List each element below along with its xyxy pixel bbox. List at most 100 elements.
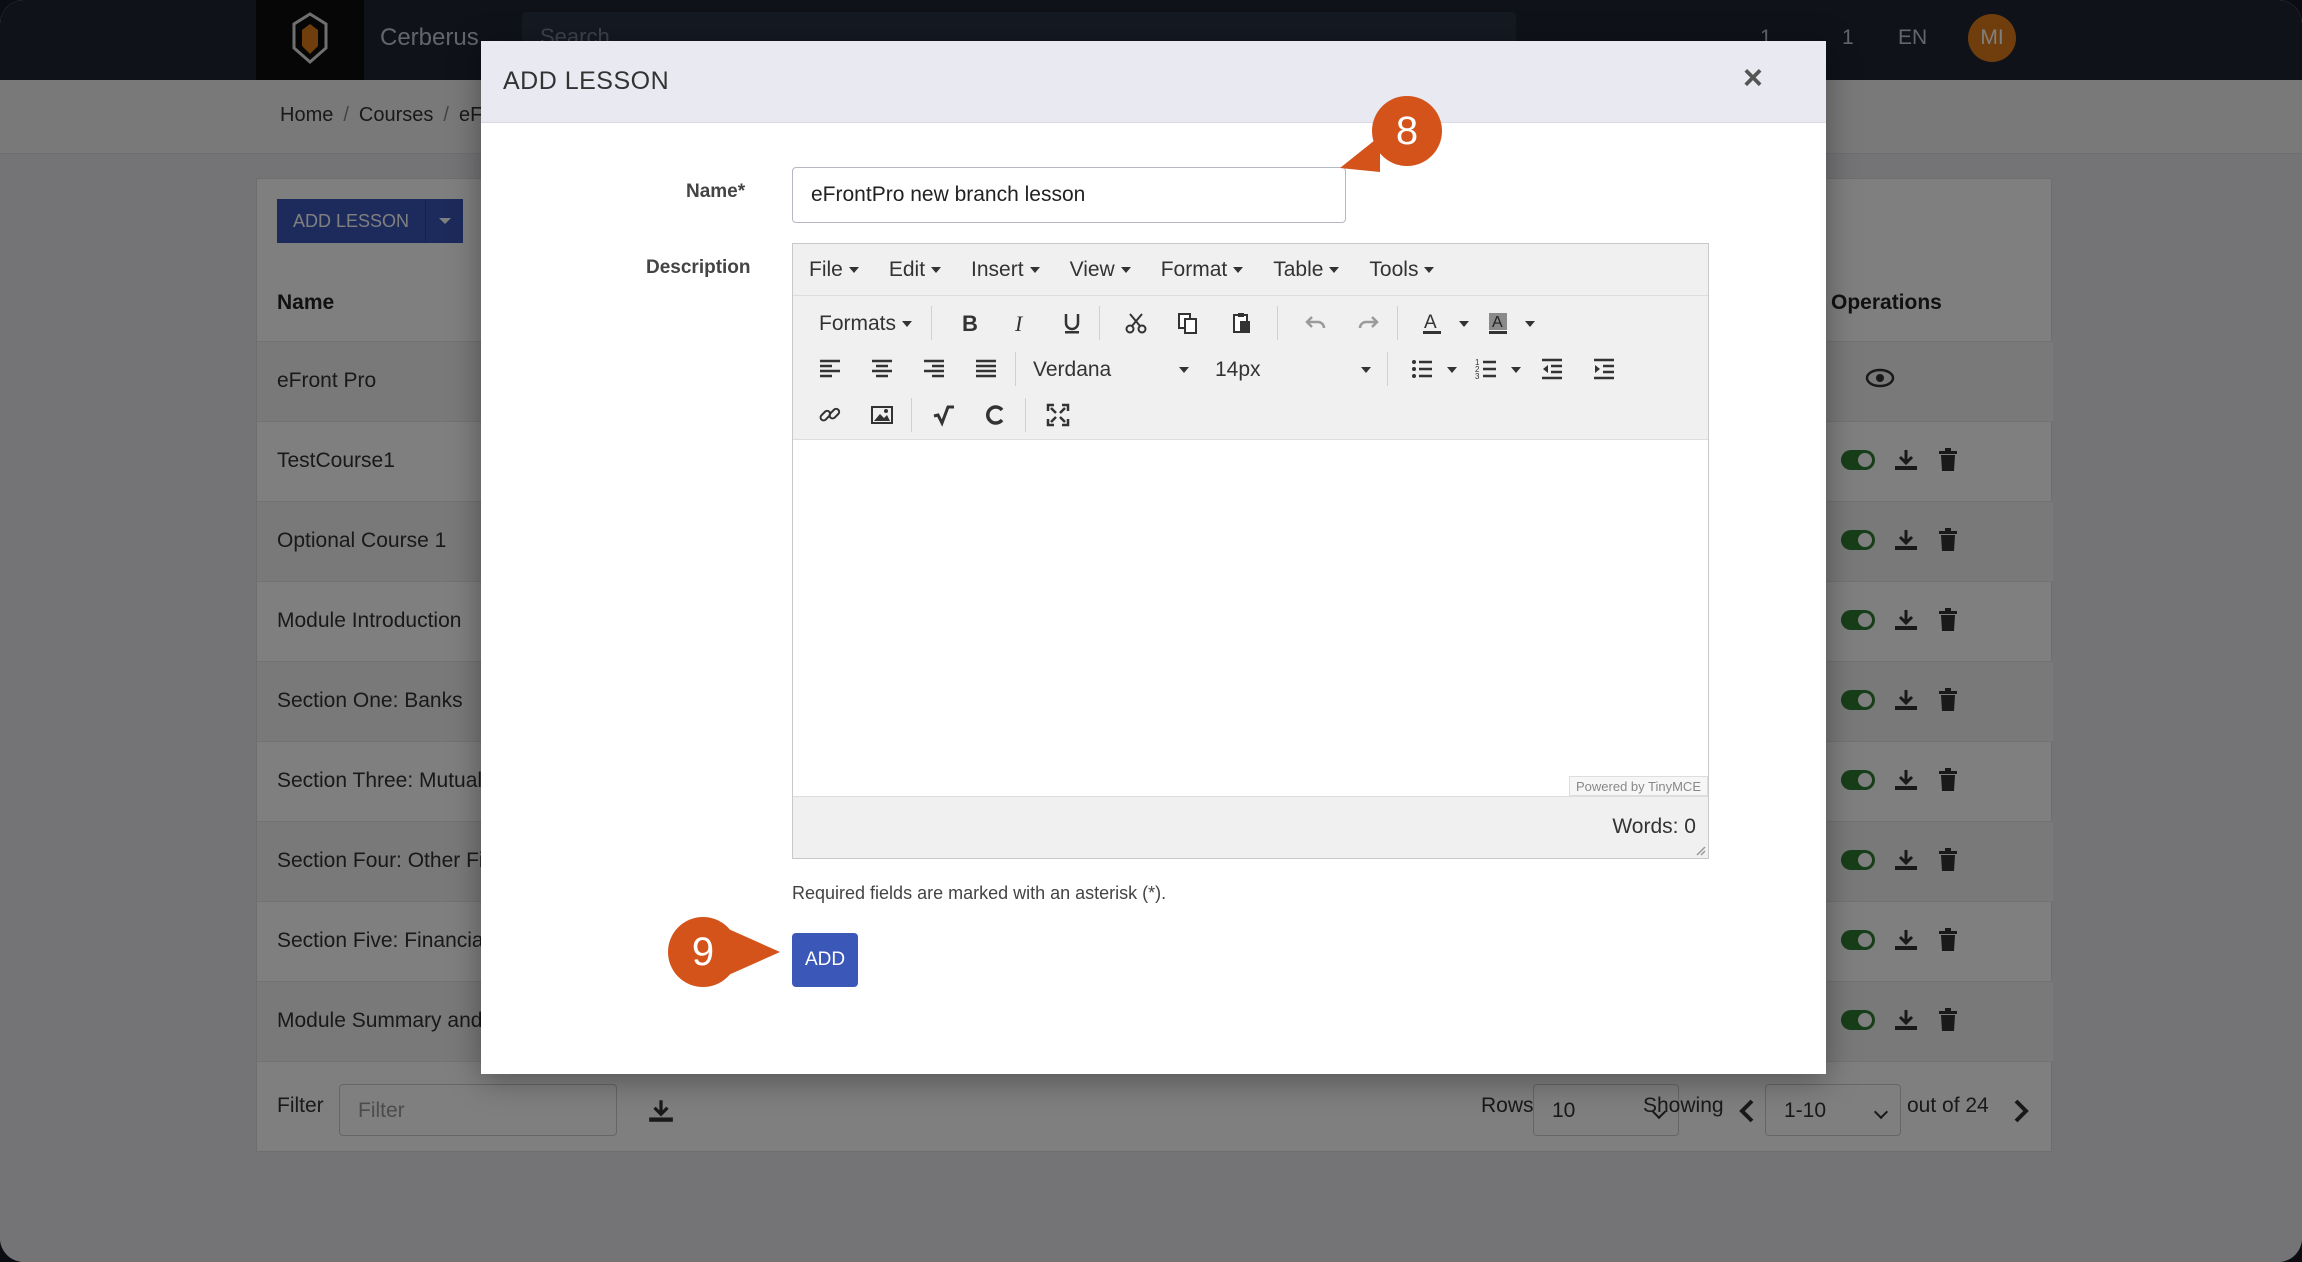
copy-icon xyxy=(1178,313,1197,334)
chevron-down-icon xyxy=(1029,266,1040,273)
font-size-select[interactable]: 14px xyxy=(1215,358,1371,382)
svg-text:I: I xyxy=(1014,311,1024,335)
image-button[interactable] xyxy=(863,396,901,434)
scissors-icon xyxy=(1125,313,1147,334)
undo-button[interactable] xyxy=(1297,304,1335,342)
bold-button[interactable]: B xyxy=(949,304,987,342)
toolbar-divider xyxy=(1099,306,1100,340)
c-letter-icon xyxy=(986,405,1004,425)
chevron-down-icon xyxy=(848,266,859,273)
font-family-value: Verdana xyxy=(1033,358,1112,381)
copy-button[interactable] xyxy=(1169,304,1207,342)
step-callout-8: 8 xyxy=(1340,96,1450,176)
underline-icon xyxy=(1064,314,1080,334)
lesson-name-input[interactable] xyxy=(792,167,1346,223)
align-center-icon xyxy=(872,359,892,378)
toolbar-divider xyxy=(1277,306,1278,340)
align-left-button[interactable] xyxy=(811,350,849,388)
paste-button[interactable] xyxy=(1223,304,1261,342)
image-icon xyxy=(871,406,893,424)
menu-label: Table xyxy=(1273,257,1324,281)
menu-label: Tools xyxy=(1369,257,1419,281)
toolbar-divider xyxy=(1015,352,1016,386)
menu-file[interactable]: File xyxy=(809,258,859,282)
svg-text:A: A xyxy=(1492,314,1503,331)
align-right-button[interactable] xyxy=(915,350,953,388)
underline-button[interactable] xyxy=(1053,304,1091,342)
editor-statusbar: Words: 0 xyxy=(793,796,1708,858)
chevron-down-icon xyxy=(931,266,942,273)
indent-button[interactable] xyxy=(1585,350,1623,388)
toolbar-divider xyxy=(931,306,932,340)
bullet-list-button[interactable] xyxy=(1403,350,1441,388)
align-justify-icon xyxy=(976,359,996,378)
fullscreen-button[interactable] xyxy=(1039,396,1077,434)
link-icon xyxy=(819,407,841,422)
name-label: Name* xyxy=(686,181,746,202)
menu-label: Insert xyxy=(971,257,1024,281)
bullet-list-icon xyxy=(1412,360,1432,378)
menu-table[interactable]: Table xyxy=(1273,257,1340,282)
formats-dropdown[interactable]: Formats xyxy=(819,312,912,336)
chevron-down-icon xyxy=(1361,367,1371,373)
chemistry-button[interactable] xyxy=(977,396,1015,434)
toolbar-divider xyxy=(911,398,912,432)
numbered-list-icon: 123 xyxy=(1475,358,1496,381)
toolbar-divider xyxy=(1387,352,1388,386)
font-size-value: 14px xyxy=(1215,358,1261,381)
text-color-button[interactable]: A xyxy=(1413,304,1451,342)
toolbar-divider xyxy=(1397,306,1398,340)
chevron-down-icon xyxy=(901,321,912,327)
outdent-button[interactable] xyxy=(1533,350,1571,388)
step-callout-9: 9 xyxy=(668,917,788,997)
text-color-icon: A xyxy=(1423,312,1441,334)
chevron-down-icon[interactable] xyxy=(1447,367,1457,373)
chevron-down-icon[interactable] xyxy=(1459,321,1469,327)
app-window: Cerberus Search 1 1 EN MI Home / Courses… xyxy=(0,0,2302,1262)
chevron-down-icon[interactable] xyxy=(1511,367,1521,373)
numbered-list-button[interactable]: 123 xyxy=(1467,350,1505,388)
background-color-button[interactable]: A xyxy=(1479,304,1517,342)
chevron-down-icon xyxy=(1179,367,1189,373)
svg-text:B: B xyxy=(962,311,978,335)
justify-button[interactable] xyxy=(967,350,1005,388)
cut-button[interactable] xyxy=(1117,304,1155,342)
menu-label: View xyxy=(1069,257,1115,281)
description-label: Description xyxy=(646,257,751,278)
chevron-down-icon[interactable] xyxy=(1525,321,1535,327)
menu-format[interactable]: Format xyxy=(1161,258,1244,282)
italic-icon: I xyxy=(1014,311,1024,335)
menu-edit[interactable]: Edit xyxy=(889,258,942,282)
font-family-select[interactable]: Verdana xyxy=(1033,358,1189,382)
undo-icon xyxy=(1305,316,1326,329)
editor-content-area[interactable] xyxy=(793,440,1708,796)
italic-button[interactable]: I xyxy=(1001,304,1039,342)
editor-menubar: File Edit Insert View Format Table Tools xyxy=(793,244,1708,296)
chevron-down-icon xyxy=(1120,266,1131,273)
highlight-icon: A xyxy=(1489,313,1507,334)
align-center-button[interactable] xyxy=(863,350,901,388)
modal-header: ADD LESSON × xyxy=(481,41,1826,123)
indent-icon xyxy=(1594,358,1614,380)
resize-handle-icon[interactable] xyxy=(1694,844,1706,856)
math-button[interactable] xyxy=(925,396,963,434)
menu-tools[interactable]: Tools xyxy=(1369,257,1435,282)
paste-icon xyxy=(1233,313,1250,333)
required-fields-note: Required fields are marked with an aster… xyxy=(792,883,1167,903)
chevron-down-icon xyxy=(1233,266,1244,273)
menu-view[interactable]: View xyxy=(1070,258,1131,282)
add-button[interactable]: ADD xyxy=(792,933,858,987)
svg-text:A: A xyxy=(1424,312,1437,333)
chevron-down-icon xyxy=(1329,266,1340,273)
menu-label: Format xyxy=(1160,257,1228,281)
menu-insert[interactable]: Insert xyxy=(971,258,1040,282)
callout-number: 8 xyxy=(1372,96,1442,166)
word-count: Words: 0 xyxy=(1612,815,1696,838)
powered-by-label[interactable]: Powered by TinyMCE xyxy=(1569,776,1708,796)
close-icon[interactable]: × xyxy=(1743,59,1763,98)
toolbar-divider xyxy=(1025,398,1026,432)
menu-label: File xyxy=(809,257,843,281)
link-button[interactable] xyxy=(811,396,849,434)
redo-button[interactable] xyxy=(1349,304,1387,342)
align-right-icon xyxy=(924,359,944,378)
